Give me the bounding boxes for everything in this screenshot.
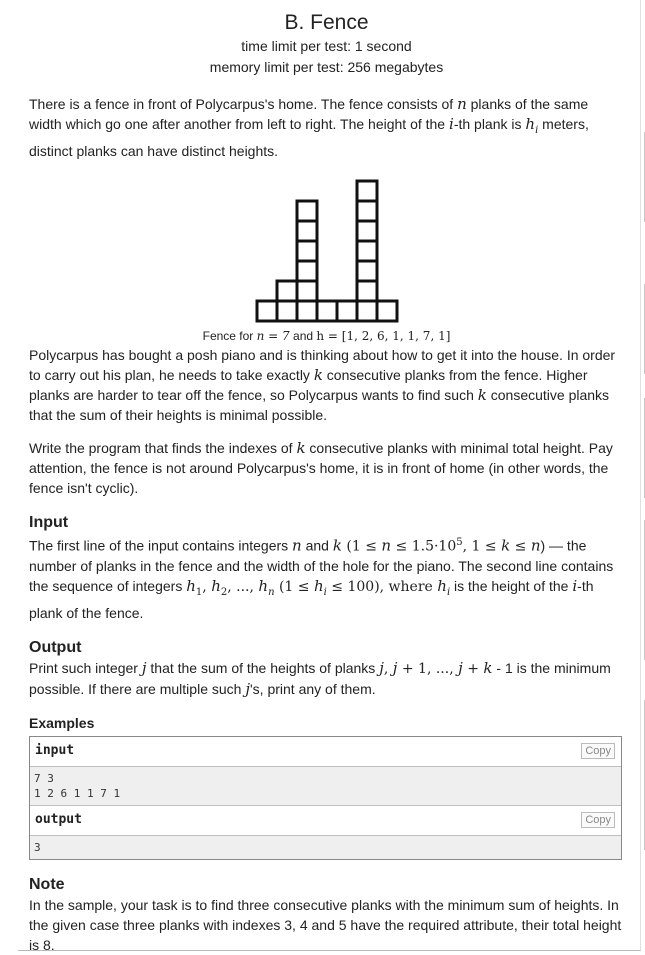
problem-title: B. Fence <box>284 11 369 34</box>
plank-segment <box>355 279 378 303</box>
sample-input-line: 1 2 6 1 1 7 1 <box>34 787 121 801</box>
input-specification: The first line of the input contains int… <box>29 536 614 622</box>
plank-segment <box>295 239 318 263</box>
copy-input-button[interactable]: Copy <box>581 743 615 760</box>
memory-limit: memory limit per test: 256 megabytes <box>209 59 444 75</box>
legend-paragraph: Polycarpus has bought a posh piano and i… <box>29 346 616 423</box>
plank-segment <box>275 299 298 323</box>
output-specification: Print such integer j that the sum of the… <box>29 659 611 699</box>
plank-segment <box>295 299 318 323</box>
note-heading: Note <box>29 876 65 894</box>
sample-output[interactable]: 3 <box>30 836 621 860</box>
copy-output-button[interactable]: Copy <box>581 812 615 829</box>
note-text: In the sample, your task is to find thre… <box>29 897 622 954</box>
sample-output-line: 3 <box>34 841 41 855</box>
legend-paragraph: Write the program that finds the indexes… <box>29 438 613 496</box>
plank-segment <box>355 179 378 203</box>
plank-segment <box>315 299 338 323</box>
sample-test: input Copy 7 3 1 2 6 1 1 7 1 output Copy… <box>29 736 622 861</box>
plank-segment <box>295 259 318 283</box>
plank-segment <box>255 299 278 323</box>
plank-segment <box>375 299 398 323</box>
plank-segment <box>295 219 318 243</box>
plank-segment <box>355 299 378 323</box>
problem-statement: B. Fence time limit per test: 1 second m… <box>29 0 624 955</box>
plank-segment <box>275 279 298 303</box>
sample-input-line: 7 3 <box>34 772 54 786</box>
input-heading: Input <box>29 513 69 531</box>
output-label: output <box>35 812 82 828</box>
plank-segment <box>355 259 378 283</box>
time-limit: time limit per test: 1 second <box>241 38 412 54</box>
plank-segment <box>355 239 378 263</box>
input-header: input Copy <box>30 737 621 768</box>
fence-figure <box>29 177 624 325</box>
examples-heading: Examples <box>29 715 95 732</box>
fence-illustration <box>255 179 398 323</box>
plank-segment <box>335 299 358 323</box>
plank-segment <box>355 219 378 243</box>
plank-segment <box>355 199 378 223</box>
legend-paragraph: There is a fence in front of Polycarpus'… <box>29 95 589 159</box>
input-label: input <box>35 743 75 759</box>
figure-caption: Fence for n = 7 and h = [1, 2, 6, 1, 1, … <box>202 328 451 343</box>
plank-segment <box>295 199 318 223</box>
output-header: output Copy <box>30 806 621 837</box>
output-heading: Output <box>29 639 82 657</box>
sample-input[interactable]: 7 3 1 2 6 1 1 7 1 <box>30 767 621 807</box>
plank-segment <box>295 279 318 303</box>
